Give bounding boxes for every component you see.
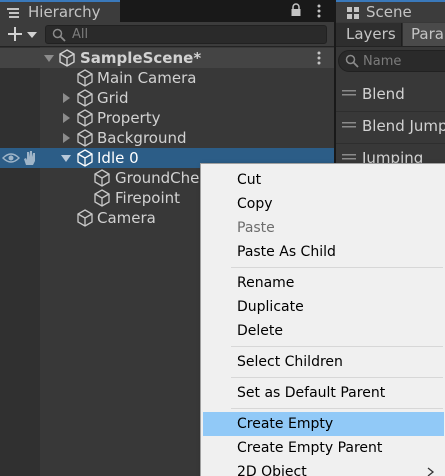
menu-separator [231, 377, 443, 378]
hierarchy-search-field[interactable] [45, 25, 327, 44]
submenu-arrow-icon [427, 467, 435, 476]
animator-tabs: Layers Parameters [336, 23, 445, 47]
menu-item-label: Copy [237, 196, 273, 212]
menu-item-create-empty-parent[interactable]: Create Empty Parent [203, 436, 444, 460]
menu-item-label: Cut [237, 172, 262, 188]
tab-scene-label: Scene [366, 3, 412, 21]
tab-hierarchy-label: Hierarchy [28, 3, 101, 21]
scene-row[interactable]: SampleScene* [0, 48, 334, 68]
menu-item-label: Create Empty Parent [237, 440, 383, 456]
gameobject-cube-icon [94, 189, 110, 207]
drag-handle-icon[interactable] [342, 153, 356, 161]
gameobject-cube-icon [77, 89, 93, 107]
plus-icon [8, 27, 22, 41]
hierarchy-item-label: Grid [97, 89, 129, 107]
gameobject-cube-icon [77, 109, 93, 127]
menu-item-label: Select Children [237, 354, 343, 370]
expand-arrow-right-icon[interactable] [61, 93, 71, 103]
parameter-row[interactable]: Blend Jump [336, 112, 445, 144]
menu-item-rename[interactable]: Rename [203, 271, 444, 295]
scene-tab-bar: Scene [336, 0, 445, 22]
expand-arrow-right-icon[interactable] [61, 113, 71, 123]
scene-more-options-icon[interactable] [314, 51, 324, 65]
gameobject-cube-icon [77, 209, 93, 227]
more-options-icon[interactable] [314, 3, 324, 19]
search-icon [52, 28, 66, 42]
expand-arrow-down-icon[interactable] [61, 153, 71, 163]
hierarchy-item-label: Property [97, 109, 161, 127]
menu-item-cut[interactable]: Cut [203, 168, 444, 192]
expand-arrow-down-icon[interactable] [44, 53, 54, 63]
tab-layers[interactable]: Layers [336, 23, 402, 46]
menu-item-paste: Paste [203, 216, 444, 240]
hierarchy-item-label: Idle 0 [97, 149, 139, 167]
menu-separator [231, 408, 443, 409]
search-icon [345, 54, 359, 68]
menu-item-label: Set as Default Parent [237, 385, 386, 401]
menu-item-duplicate[interactable]: Duplicate [203, 295, 444, 319]
hierarchy-item-main-camera[interactable]: Main Camera [0, 68, 334, 88]
menu-item-label: Rename [237, 275, 295, 291]
tab-scene[interactable]: Scene [336, 0, 445, 22]
lock-icon[interactable] [288, 2, 304, 18]
caret-down-icon [27, 32, 37, 38]
gameobject-cube-icon [94, 169, 110, 187]
hierarchy-item-label: Background [97, 129, 187, 147]
gameobject-cube-icon [77, 149, 93, 167]
menu-item-paste-as-child[interactable]: Paste As Child [203, 240, 444, 264]
parameter-row[interactable]: Blend [336, 80, 445, 112]
context-menu: Cut Copy Paste Paste As Child Rename Dup… [200, 163, 445, 476]
menu-item-label: Paste [237, 220, 275, 236]
hierarchy-item-label: Firepoint [115, 189, 181, 207]
hierarchy-toolbar [0, 22, 334, 47]
expand-arrow-right-icon[interactable] [61, 133, 71, 143]
menu-item-select-children[interactable]: Select Children [203, 350, 444, 374]
menu-item-label: 2D Object [237, 464, 307, 476]
hierarchy-search-input[interactable] [72, 26, 322, 43]
menu-item-label: Duplicate [237, 299, 304, 315]
drag-handle-icon[interactable] [342, 89, 356, 97]
hierarchy-item-label: Camera [97, 209, 156, 227]
menu-separator [231, 267, 443, 268]
hierarchy-item-grid[interactable]: Grid [0, 88, 334, 108]
menu-item-label: Paste As Child [237, 244, 336, 260]
menu-item-label: Create Empty [237, 416, 334, 432]
hierarchy-tab-bar: Hierarchy [0, 0, 334, 22]
tab-hierarchy[interactable]: Hierarchy [0, 0, 120, 22]
parameter-label: Blend [362, 85, 405, 103]
drag-handle-icon[interactable] [342, 121, 356, 129]
menu-item-delete[interactable]: Delete [203, 319, 444, 343]
scene-grid-icon [347, 7, 359, 19]
menu-separator [231, 346, 443, 347]
hierarchy-item-background[interactable]: Background [0, 128, 334, 148]
list-icon [7, 8, 19, 18]
unity-scene-icon [59, 49, 75, 67]
parameter-label: Blend Jump [362, 117, 445, 135]
menu-item-label: Delete [237, 323, 283, 339]
hierarchy-item-label: Main Camera [97, 69, 197, 87]
tab-parameters[interactable]: Parameters [403, 23, 445, 46]
parameter-search-field[interactable] [338, 50, 445, 72]
pickable-hand-icon[interactable] [22, 150, 38, 166]
scene-name: SampleScene* [80, 49, 202, 67]
menu-item-copy[interactable]: Copy [203, 192, 444, 216]
visibility-eye-icon[interactable] [2, 152, 20, 164]
gameobject-cube-icon [77, 129, 93, 147]
menu-item-2d-object[interactable]: 2D Object [203, 460, 444, 476]
parameter-search-input[interactable] [363, 52, 445, 70]
menu-item-set-as-default-parent[interactable]: Set as Default Parent [203, 381, 444, 405]
hierarchy-item-property[interactable]: Property [0, 108, 334, 128]
gameobject-cube-icon [77, 69, 93, 87]
add-button[interactable] [4, 25, 40, 44]
menu-item-create-empty[interactable]: Create Empty [203, 412, 444, 436]
